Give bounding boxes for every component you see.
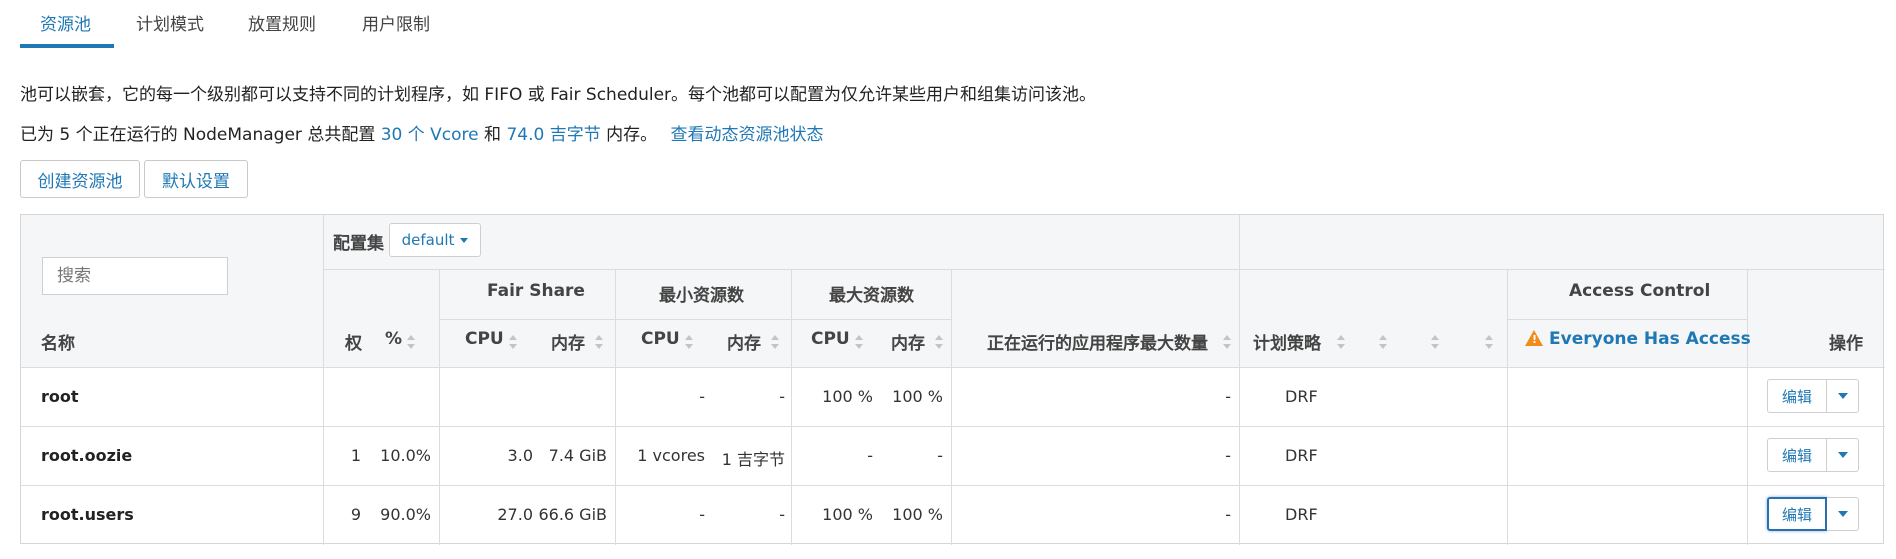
- header-everyone-access[interactable]: ! Everyone Has Access: [1525, 329, 1751, 349]
- row-max-apps: -: [1225, 387, 1231, 406]
- row-percent: 90.0%: [380, 505, 431, 524]
- active-tab-indicator: [20, 44, 114, 48]
- row-name: root: [41, 387, 79, 406]
- row-max-apps: -: [1225, 505, 1231, 524]
- row-policy: DRF: [1285, 505, 1318, 524]
- row-max-cpu: -: [867, 446, 873, 465]
- row-edit-group: 编辑: [1767, 438, 1859, 472]
- header-actions: 操作: [1829, 334, 1863, 354]
- row-max-mem: -: [937, 446, 943, 465]
- header-min-cpu[interactable]: CPU: [641, 329, 680, 349]
- edit-button[interactable]: 编辑: [1767, 438, 1827, 472]
- row-fs-mem: 66.6 GiB: [538, 505, 607, 524]
- sort-icon[interactable]: [1379, 335, 1387, 349]
- tab-user-limits[interactable]: 用户限制: [362, 10, 430, 35]
- summary-prefix: 已为 5 个正在运行的 NodeManager 总共配置: [20, 125, 376, 145]
- default-settings-button[interactable]: 默认设置: [144, 160, 248, 198]
- caret-down-icon: [460, 237, 469, 243]
- config-set-label: 配置集: [333, 234, 384, 254]
- row-fs-mem: 7.4 GiB: [548, 446, 607, 465]
- header-min-memory[interactable]: 内存: [727, 329, 761, 354]
- header-fair-share-memory[interactable]: 内存: [551, 329, 585, 354]
- tab-placement-rules[interactable]: 放置规则: [248, 10, 316, 35]
- row-max-apps: -: [1225, 446, 1231, 465]
- row-min-cpu: -: [699, 505, 705, 524]
- header-min-resources: 最小资源数: [659, 286, 744, 306]
- tab-schedule-mode[interactable]: 计划模式: [136, 10, 204, 35]
- header-weight[interactable]: 权: [345, 329, 362, 354]
- header-schedule-policy[interactable]: 计划策略: [1253, 329, 1321, 354]
- row-policy: DRF: [1285, 446, 1318, 465]
- row-max-cpu: 100 %: [822, 387, 873, 406]
- sort-icon[interactable]: [1337, 335, 1345, 349]
- caret-down-icon: [1837, 452, 1848, 458]
- create-pool-button[interactable]: 创建资源池: [20, 160, 140, 198]
- edit-dropdown-toggle[interactable]: [1827, 438, 1859, 472]
- summary-and: 和: [484, 125, 502, 145]
- memory-link[interactable]: 74.0 吉字节: [506, 125, 600, 145]
- view-dynamic-pool-status-link[interactable]: 查看动态资源池状态: [671, 125, 824, 145]
- sort-icon[interactable]: [1223, 335, 1231, 349]
- header-name[interactable]: 名称: [41, 329, 75, 354]
- row-edit-group: 编辑: [1767, 497, 1859, 531]
- everyone-access-label[interactable]: Everyone Has Access: [1549, 329, 1751, 349]
- row-name: root.oozie: [41, 446, 133, 465]
- edit-button[interactable]: 编辑: [1767, 497, 1827, 531]
- sort-icon[interactable]: [771, 335, 779, 349]
- row-edit-group: 编辑: [1767, 379, 1859, 413]
- header-fair-share: Fair Share: [487, 281, 585, 301]
- config-set-dropdown[interactable]: default: [389, 223, 481, 257]
- resource-pools-table: 配置集 default Fair Share 最小资源数 最大资源数 Acces…: [20, 214, 1885, 545]
- sort-icon[interactable]: [509, 335, 517, 349]
- row-max-mem: 100 %: [892, 387, 943, 406]
- header-max-running-apps[interactable]: 正在运行的应用程序最大数量: [987, 329, 1208, 354]
- caret-down-icon: [1837, 511, 1848, 517]
- header-max-cpu[interactable]: CPU: [811, 329, 850, 349]
- sort-icon[interactable]: [1431, 335, 1439, 349]
- caret-down-icon: [1837, 393, 1848, 399]
- summary-suffix: 内存。: [606, 125, 658, 145]
- header-fair-share-cpu[interactable]: CPU: [465, 329, 504, 349]
- edit-button[interactable]: 编辑: [1767, 379, 1827, 413]
- warning-icon: !: [1525, 330, 1543, 346]
- row-policy: DRF: [1285, 387, 1318, 406]
- sort-icon[interactable]: [407, 335, 415, 349]
- description-text: 池可以嵌套，它的每一个级别都可以支持不同的计划程序，如 FIFO 或 Fair …: [20, 85, 1097, 105]
- search-input[interactable]: [42, 257, 228, 295]
- row-min-cpu: -: [699, 387, 705, 406]
- header-max-resources: 最大资源数: [829, 286, 914, 306]
- tab-resource-pools[interactable]: 资源池: [40, 10, 91, 35]
- sort-icon[interactable]: [595, 335, 603, 349]
- config-set-value: default: [401, 231, 455, 249]
- header-percent[interactable]: %: [385, 329, 402, 349]
- row-min-mem: -: [779, 387, 785, 406]
- row-percent: 10.0%: [380, 446, 431, 465]
- row-min-cpu: 1 vcores: [637, 446, 705, 465]
- edit-dropdown-toggle[interactable]: [1827, 379, 1859, 413]
- summary-line: 已为 5 个正在运行的 NodeManager 总共配置 30 个 Vcore …: [20, 120, 824, 145]
- sort-icon[interactable]: [1485, 335, 1493, 349]
- row-name: root.users: [41, 505, 134, 524]
- vcore-link[interactable]: 30 个 Vcore: [381, 125, 479, 145]
- edit-dropdown-toggle[interactable]: [1827, 497, 1859, 531]
- row-min-mem: -: [779, 505, 785, 524]
- sort-icon[interactable]: [855, 335, 863, 349]
- header-access-control: Access Control: [1569, 281, 1711, 301]
- row-max-mem: 100 %: [892, 505, 943, 524]
- row-min-mem: 1 吉字节: [721, 450, 785, 469]
- sort-icon[interactable]: [935, 335, 943, 349]
- sort-icon[interactable]: [685, 335, 693, 349]
- header-max-memory[interactable]: 内存: [891, 329, 925, 354]
- row-weight: 9: [350, 505, 361, 524]
- row-max-cpu: 100 %: [822, 505, 873, 524]
- row-weight: 1: [350, 446, 361, 465]
